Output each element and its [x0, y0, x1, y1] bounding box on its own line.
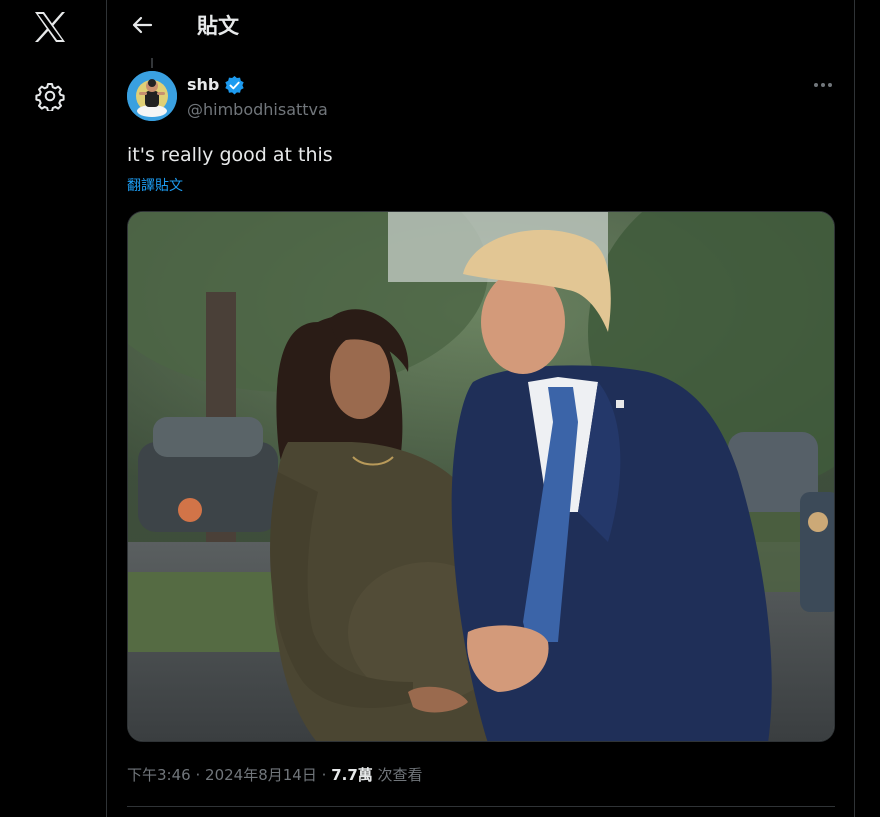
divider — [127, 806, 835, 807]
meta-separator: · — [321, 766, 327, 784]
thread-connector — [151, 58, 153, 68]
tweet-meta: 下午3:46 · 2024年8月14日 · 7.7萬 次查看 — [127, 764, 423, 785]
back-arrow-icon[interactable] — [125, 8, 159, 42]
tweet-time[interactable]: 下午3:46 — [127, 766, 191, 784]
verified-badge-icon[interactable] — [224, 75, 245, 96]
meta-separator: · — [195, 766, 201, 784]
left-sidebar — [0, 0, 107, 817]
tweet-image[interactable] — [127, 211, 835, 742]
x-logo-icon[interactable] — [31, 8, 69, 46]
author-name[interactable]: shb — [187, 75, 219, 94]
tweet-text: it's really good at this — [127, 144, 333, 166]
author-handle[interactable]: @himbodhisattva — [187, 100, 328, 119]
page-title: 貼文 — [197, 14, 239, 38]
column-divider-right — [854, 0, 855, 817]
avatar[interactable] — [127, 71, 177, 121]
more-dots-icon[interactable] — [810, 75, 836, 95]
tweet-date[interactable]: 2024年8月14日 — [205, 766, 317, 784]
column-divider-left — [106, 0, 107, 817]
gear-icon[interactable] — [32, 78, 68, 114]
translate-link[interactable]: 翻譯貼文 — [127, 175, 183, 195]
views-label: 次查看 — [377, 766, 423, 784]
page-header: 貼文 — [107, 0, 854, 52]
views-count: 7.7萬 — [331, 766, 373, 784]
